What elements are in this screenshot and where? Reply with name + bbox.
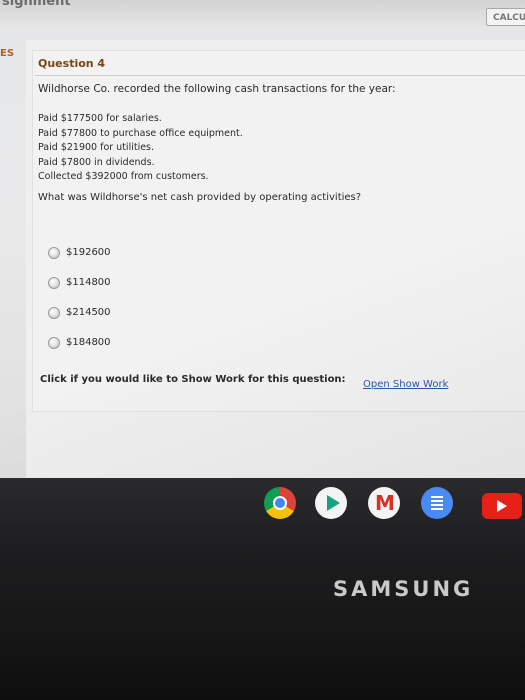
- answer-option-1[interactable]: $192600: [48, 246, 168, 262]
- answer-option-3[interactable]: $214500: [48, 306, 168, 322]
- question-panel: [32, 50, 525, 412]
- samsung-logo: SAMSUNG: [333, 577, 474, 601]
- gmail-icon[interactable]: [368, 487, 400, 519]
- transaction-item: Collected $392000 from customers.: [38, 171, 209, 182]
- youtube-icon[interactable]: [482, 493, 522, 519]
- transaction-list: Paid $177500 for salaries. Paid $77800 t…: [38, 112, 243, 185]
- assignment-title: signment: [2, 0, 71, 9]
- radio-button-icon[interactable]: [48, 307, 60, 319]
- radio-button-icon[interactable]: [48, 337, 60, 349]
- show-work-prompt: Click if you would like to Show Work for…: [40, 374, 346, 385]
- open-show-work-link[interactable]: Open Show Work: [363, 379, 448, 390]
- question-title: Question 4: [38, 57, 106, 70]
- transaction-item: Paid $77800 to purchase office equipment…: [38, 127, 243, 139]
- photo: signment CALCU ES Question 4 Wildhorse C…: [0, 0, 525, 700]
- answer-option-4[interactable]: $184800: [48, 336, 168, 352]
- calculator-button[interactable]: CALCU: [486, 8, 525, 26]
- transaction-item: Paid $7800 in dividends.: [38, 156, 155, 168]
- play-store-icon[interactable]: [315, 487, 347, 519]
- laptop-bezel: [0, 545, 525, 700]
- answer-label: $114800: [66, 277, 111, 288]
- sidebar-label: ES: [0, 48, 15, 59]
- question-prompt: What was Wildhorse's net cash provided b…: [38, 192, 362, 203]
- question-intro: Wildhorse Co. recorded the following cas…: [38, 83, 396, 95]
- answer-label: $192600: [66, 247, 111, 258]
- radio-button-icon[interactable]: [48, 247, 60, 259]
- laptop-screen: signment CALCU ES Question 4 Wildhorse C…: [0, 0, 525, 545]
- answer-label: $184800: [66, 337, 111, 348]
- chrome-icon[interactable]: [264, 487, 296, 519]
- radio-button-icon[interactable]: [48, 277, 60, 289]
- transaction-item: Paid $177500 for salaries.: [38, 113, 162, 124]
- transaction-item: Paid $21900 for utilities.: [38, 142, 155, 153]
- divider: [34, 75, 525, 76]
- answer-option-2[interactable]: $114800: [48, 276, 168, 292]
- google-docs-icon[interactable]: [421, 487, 453, 519]
- top-bar: signment CALCU: [0, 0, 525, 30]
- answer-label: $214500: [66, 307, 111, 318]
